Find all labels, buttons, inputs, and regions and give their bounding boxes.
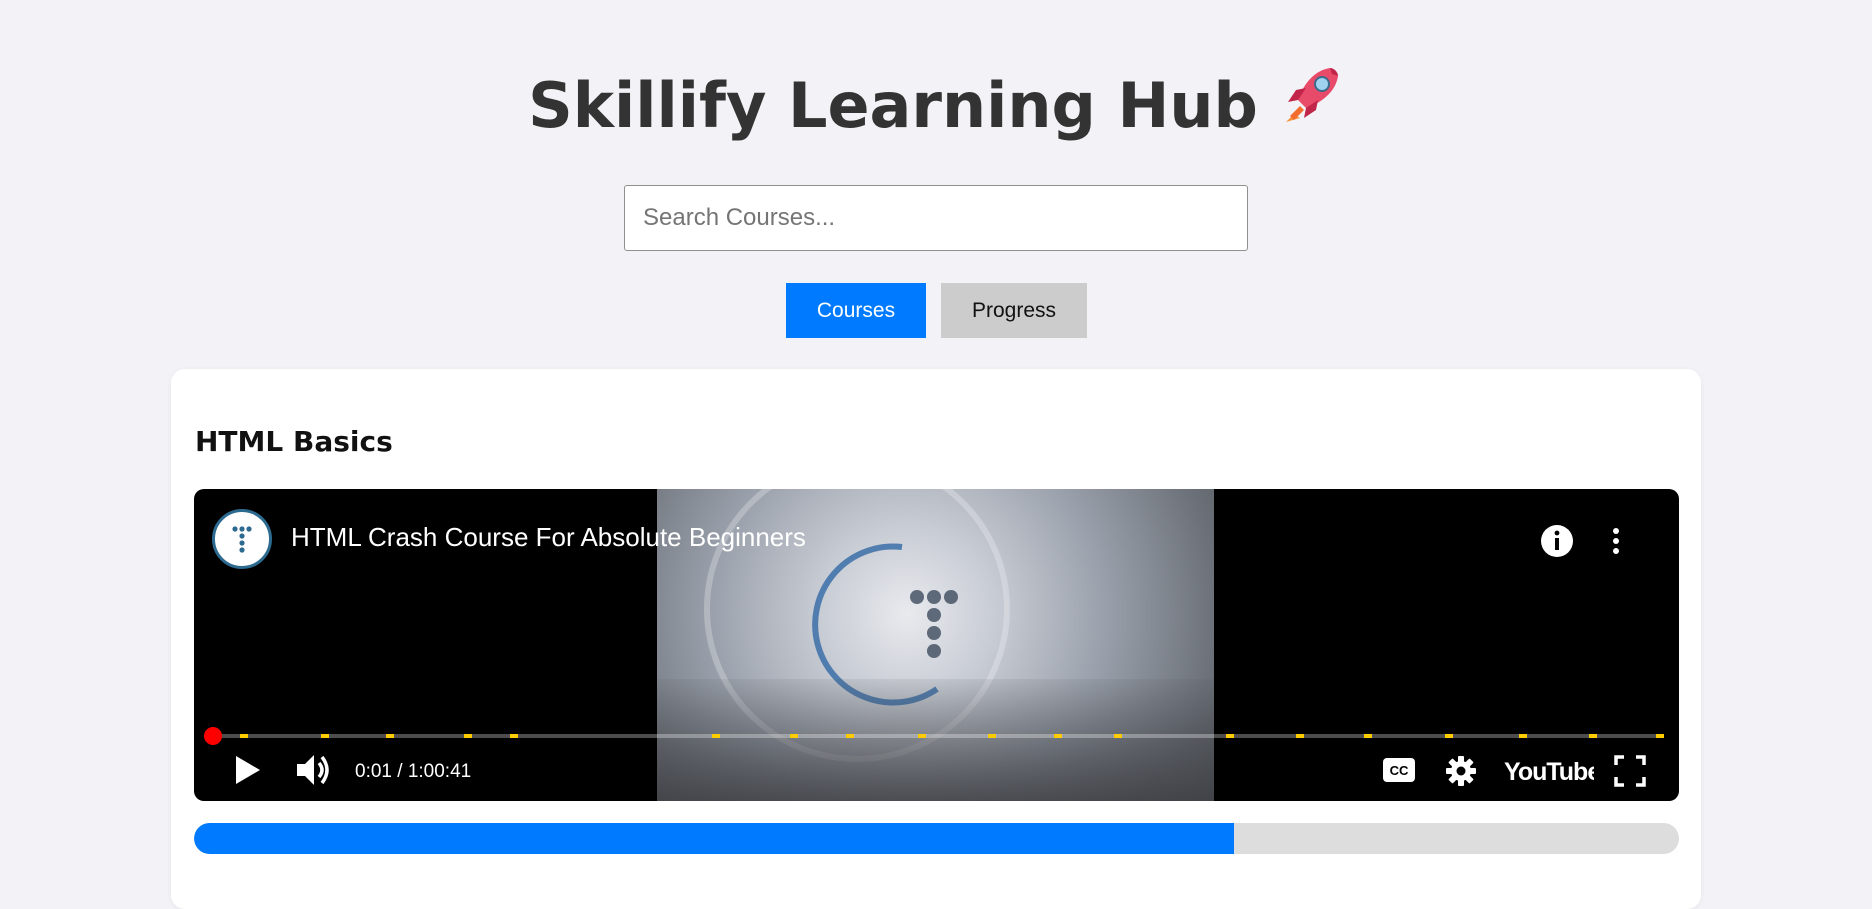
chapter-marker <box>1054 734 1062 738</box>
page-title: Skillify Learning Hub <box>0 66 1872 151</box>
video-title[interactable]: HTML Crash Course For Absolute Beginners <box>291 522 806 553</box>
chapter-marker <box>510 734 518 738</box>
course-title: HTML Basics <box>195 425 393 458</box>
course-progress-fill <box>194 823 1234 854</box>
chapter-marker <box>1656 734 1664 738</box>
chapter-marker <box>1296 734 1304 738</box>
channel-logo-icon[interactable] <box>212 509 272 569</box>
chapter-marker <box>846 734 854 738</box>
chapter-marker <box>1226 734 1234 738</box>
chapter-marker <box>1519 734 1527 738</box>
rocket-icon <box>1280 62 1344 145</box>
chapter-marker <box>1445 734 1453 738</box>
more-vert-icon[interactable] <box>1604 524 1628 562</box>
chapter-marker <box>988 734 996 738</box>
svg-text:CC: CC <box>1390 763 1409 778</box>
seek-bar[interactable] <box>213 734 1661 738</box>
course-card: HTML Basics HTML Crash Course For Absolu… <box>171 369 1701 909</box>
chapter-marker <box>464 734 472 738</box>
frame-bottom <box>657 679 1214 801</box>
chapter-marker <box>1114 734 1122 738</box>
page-title-text: Skillify Learning Hub <box>528 69 1258 142</box>
chapter-marker <box>321 734 329 738</box>
time-display: 0:01 / 1:00:41 <box>355 761 472 782</box>
chapter-marker <box>918 734 926 738</box>
chapter-marker <box>240 734 248 738</box>
chapter-marker <box>386 734 394 738</box>
play-icon[interactable] <box>232 753 262 791</box>
tab-progress[interactable]: Progress <box>941 283 1087 338</box>
youtube-logo-icon[interactable]: YouTube <box>1504 755 1602 791</box>
chapter-marker <box>790 734 798 738</box>
seek-handle[interactable] <box>204 727 222 745</box>
chapter-marker <box>1364 734 1372 738</box>
search-input[interactable] <box>624 185 1248 251</box>
cc-icon[interactable]: CC <box>1382 757 1416 787</box>
volume-icon[interactable] <box>295 752 333 792</box>
video-player[interactable]: HTML Crash Course For Absolute Beginners <box>194 489 1679 801</box>
chapter-marker <box>712 734 720 738</box>
settings-gear-icon[interactable] <box>1445 755 1477 791</box>
info-icon[interactable] <box>1540 524 1574 562</box>
tab-courses[interactable]: Courses <box>786 283 926 338</box>
chapter-marker <box>1589 734 1597 738</box>
course-progress-bar <box>194 823 1679 854</box>
fullscreen-icon[interactable] <box>1614 755 1646 791</box>
youtube-wordmark: YouTube <box>1504 758 1594 786</box>
